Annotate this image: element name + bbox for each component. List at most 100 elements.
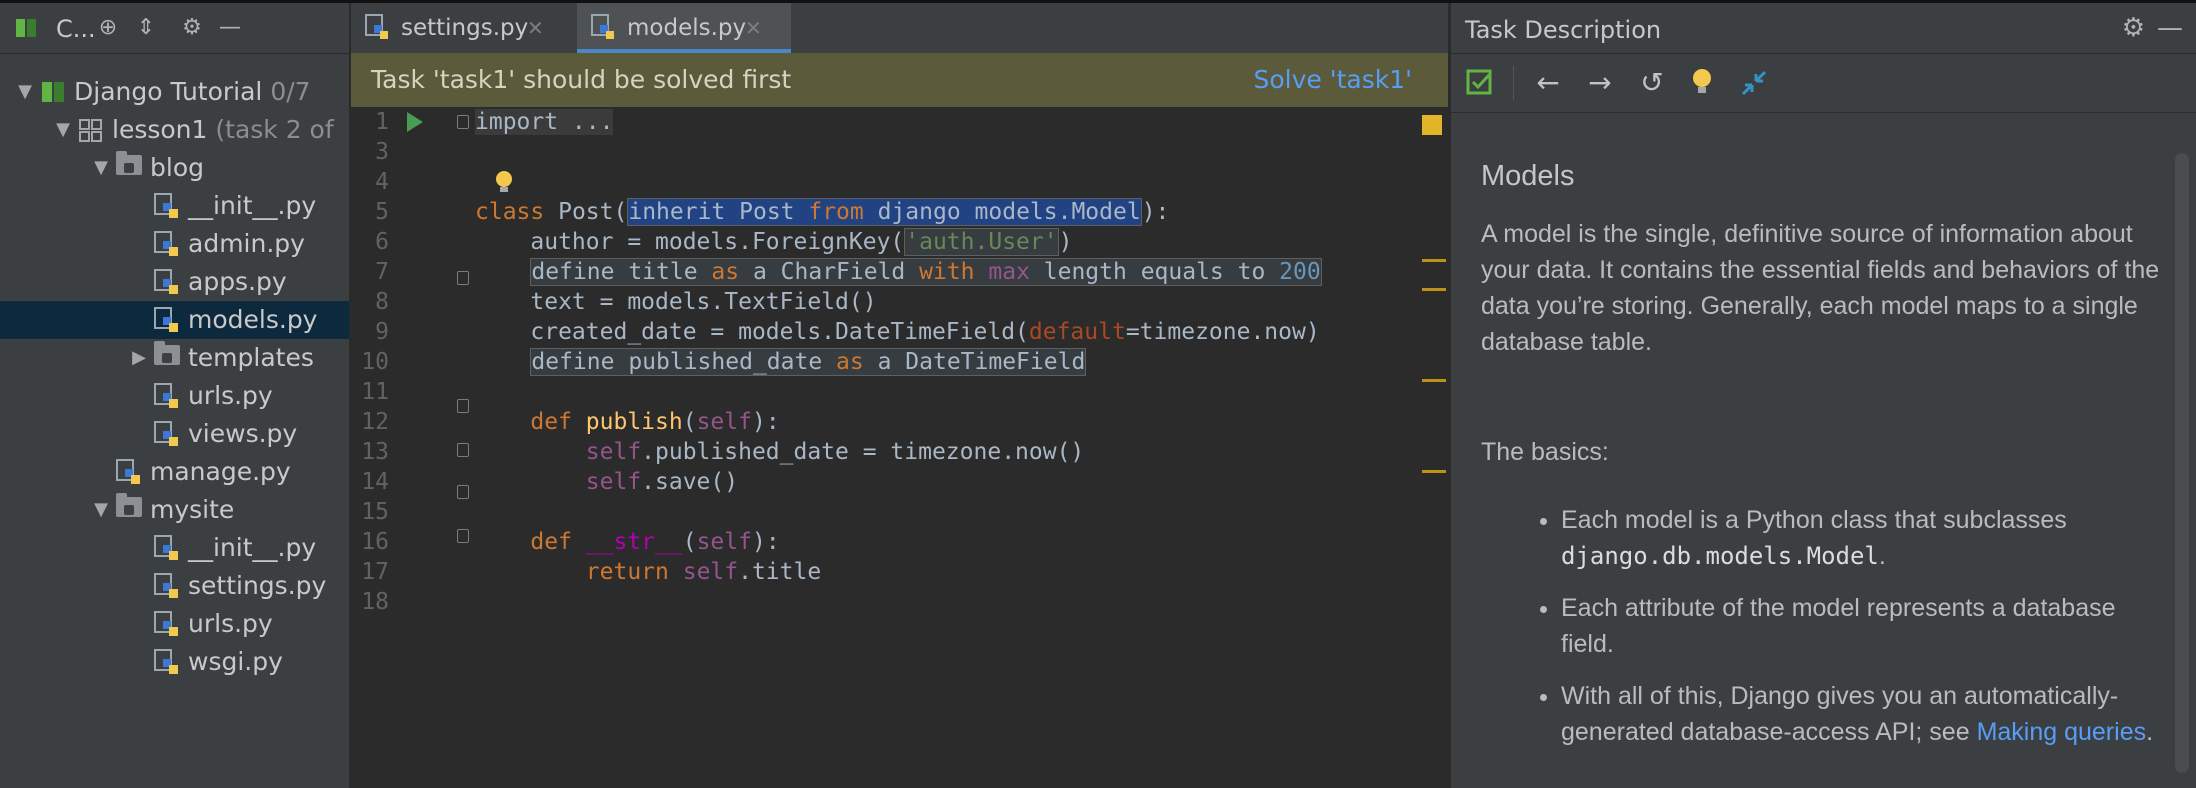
code-line[interactable]: def __str__(self): <box>475 527 779 557</box>
tree-item[interactable]: __init__.py <box>0 187 349 225</box>
fold-marker-icon[interactable] <box>457 271 469 285</box>
python-file-icon <box>116 459 140 484</box>
task-notification-banner: Task 'task1' should be solved first Solv… <box>351 53 1448 107</box>
expand-arrow-icon[interactable]: ▼ <box>90 149 112 187</box>
collapse-arrow-icon[interactable]: ▶ <box>128 339 150 377</box>
tree-item[interactable]: ▼ blog <box>0 149 349 187</box>
list-item: With all of this, Django gives you an au… <box>1561 678 2161 750</box>
tree-item[interactable]: urls.py <box>0 605 349 643</box>
code-line[interactable]: text = models.TextField() <box>475 287 876 317</box>
tree-item[interactable]: ▶ templates <box>0 339 349 377</box>
code-line[interactable]: def publish(self): <box>475 407 779 437</box>
solve-task-link[interactable]: Solve 'task1' <box>1253 65 1412 94</box>
code-line[interactable]: class Post(inherit Post from django mode… <box>475 197 1169 227</box>
task-content: Models A model is the single, definitive… <box>1481 158 2161 750</box>
reset-task-icon[interactable]: ↺ <box>1635 66 1669 100</box>
line-number: 15 <box>361 499 389 525</box>
line-number: 14 <box>361 469 389 495</box>
inspection-status-icon[interactable] <box>1422 115 1442 135</box>
hint-lightbulb-icon[interactable] <box>1691 67 1713 97</box>
close-tab-icon[interactable]: ✕ <box>745 16 762 40</box>
close-tab-icon[interactable]: ✕ <box>527 16 544 40</box>
course-book-icon <box>42 82 64 102</box>
gear-icon[interactable]: ⚙ <box>180 16 204 40</box>
collapse-all-icon[interactable]: ⇕ <box>134 16 158 40</box>
error-stripe-mark[interactable] <box>1422 470 1446 473</box>
code-line[interactable]: import ... <box>475 107 614 137</box>
lightbulb-icon[interactable] <box>493 169 515 195</box>
fold-marker-icon[interactable] <box>457 529 469 543</box>
task-description-panel: Task Description ⚙ — ← → ↺ Models A mode… <box>1450 3 2196 788</box>
code-line[interactable]: return self.title <box>475 557 821 587</box>
code-line[interactable]: define published_date as a DateTimeField <box>475 347 1087 377</box>
python-file-icon <box>154 193 178 218</box>
task-scrollbar[interactable] <box>2175 153 2189 773</box>
tree-item[interactable]: views.py <box>0 415 349 453</box>
editor-area: settings.py ✕ models.py ✕ Task 'task1' s… <box>351 3 1448 788</box>
code-line[interactable]: define title as a CharField with max len… <box>475 257 1322 287</box>
tree-item-label: views.py <box>188 419 298 448</box>
python-file-icon <box>154 307 178 332</box>
project-view-title[interactable]: C... <box>56 15 96 43</box>
check-task-icon[interactable] <box>1465 68 1495 98</box>
inline-code: django.db.models.Model <box>1561 542 1879 570</box>
tab-settings-py[interactable]: settings.py ✕ <box>351 3 573 53</box>
tree-item-label: __init__.py <box>188 191 317 220</box>
fold-marker-icon[interactable] <box>457 115 469 129</box>
code-line[interactable]: author = models.ForeignKey('auth.User') <box>475 227 1072 257</box>
tree-item[interactable]: __init__.py <box>0 529 349 567</box>
code-editor[interactable]: 1 import ... 3 4 5 class Post(inherit Post fr… <box>351 107 1448 788</box>
tab-models-py[interactable]: models.py ✕ <box>577 3 791 53</box>
error-stripe-mark[interactable] <box>1422 259 1446 262</box>
fold-marker-icon[interactable] <box>457 443 469 457</box>
python-file-icon <box>154 649 178 674</box>
code-line[interactable]: self.published_date = timezone.now() <box>475 437 1085 467</box>
line-number: 8 <box>375 289 389 315</box>
expand-arrow-icon[interactable]: ▼ <box>90 491 112 529</box>
python-file-icon <box>591 14 614 39</box>
tree-item-label: admin.py <box>188 229 305 258</box>
tree-item[interactable]: ▼ mysite <box>0 491 349 529</box>
tree-item[interactable]: apps.py <box>0 263 349 301</box>
expand-arrow-icon[interactable]: ▼ <box>14 73 36 111</box>
task-toolbar: ← → ↺ <box>1451 54 2196 113</box>
error-stripe-mark[interactable] <box>1422 379 1446 382</box>
locate-icon[interactable]: ⊕ <box>96 16 120 40</box>
lesson-icon <box>79 119 102 142</box>
hide-panel-icon[interactable]: — <box>2157 13 2183 43</box>
basics-title: The basics: <box>1481 438 1609 466</box>
tree-item[interactable]: admin.py <box>0 225 349 263</box>
line-number: 12 <box>361 409 389 435</box>
hide-panel-icon[interactable]: — <box>218 16 242 40</box>
expand-arrow-icon[interactable]: ▼ <box>52 111 74 149</box>
tree-item[interactable]: manage.py <box>0 453 349 491</box>
run-icon[interactable] <box>407 112 423 132</box>
tree-item[interactable]: settings.py <box>0 567 349 605</box>
tree-item[interactable]: ▼ lesson1 (task 2 of <box>0 111 349 149</box>
code-line[interactable]: created_date = models.DateTimeField(defa… <box>475 317 1319 347</box>
error-stripe-mark[interactable] <box>1422 288 1446 291</box>
fold-marker-icon[interactable] <box>457 485 469 499</box>
python-file-icon <box>154 269 178 294</box>
tree-item-label: apps.py <box>188 267 287 296</box>
python-file-icon <box>154 573 178 598</box>
tree-item-label: urls.py <box>188 381 273 410</box>
tree-item[interactable]: urls.py <box>0 377 349 415</box>
gear-icon[interactable]: ⚙ <box>2122 13 2145 43</box>
previous-task-icon[interactable]: ← <box>1531 66 1565 100</box>
list-item: Each model is a Python class that subcla… <box>1561 502 2161 574</box>
tree-item[interactable]: ▼ Django Tutorial 0/7 <box>0 73 349 111</box>
line-number: 16 <box>361 529 389 555</box>
fold-marker-icon[interactable] <box>457 399 469 413</box>
tree-item[interactable]: wsgi.py <box>0 643 349 681</box>
task-intro: A model is the single, definitive source… <box>1481 220 2160 356</box>
tree-item[interactable]: models.py <box>0 301 349 339</box>
folder-icon <box>116 493 142 517</box>
making-queries-link[interactable]: Making queries <box>1977 718 2147 746</box>
list-item: Each attribute of the model represents a… <box>1561 590 2161 662</box>
next-task-icon[interactable]: → <box>1583 66 1617 100</box>
code-line[interactable]: self.save() <box>475 467 738 497</box>
compare-solution-icon[interactable] <box>1739 68 1769 98</box>
tree-item-label: templates <box>188 343 314 372</box>
course-book-icon <box>16 19 36 37</box>
